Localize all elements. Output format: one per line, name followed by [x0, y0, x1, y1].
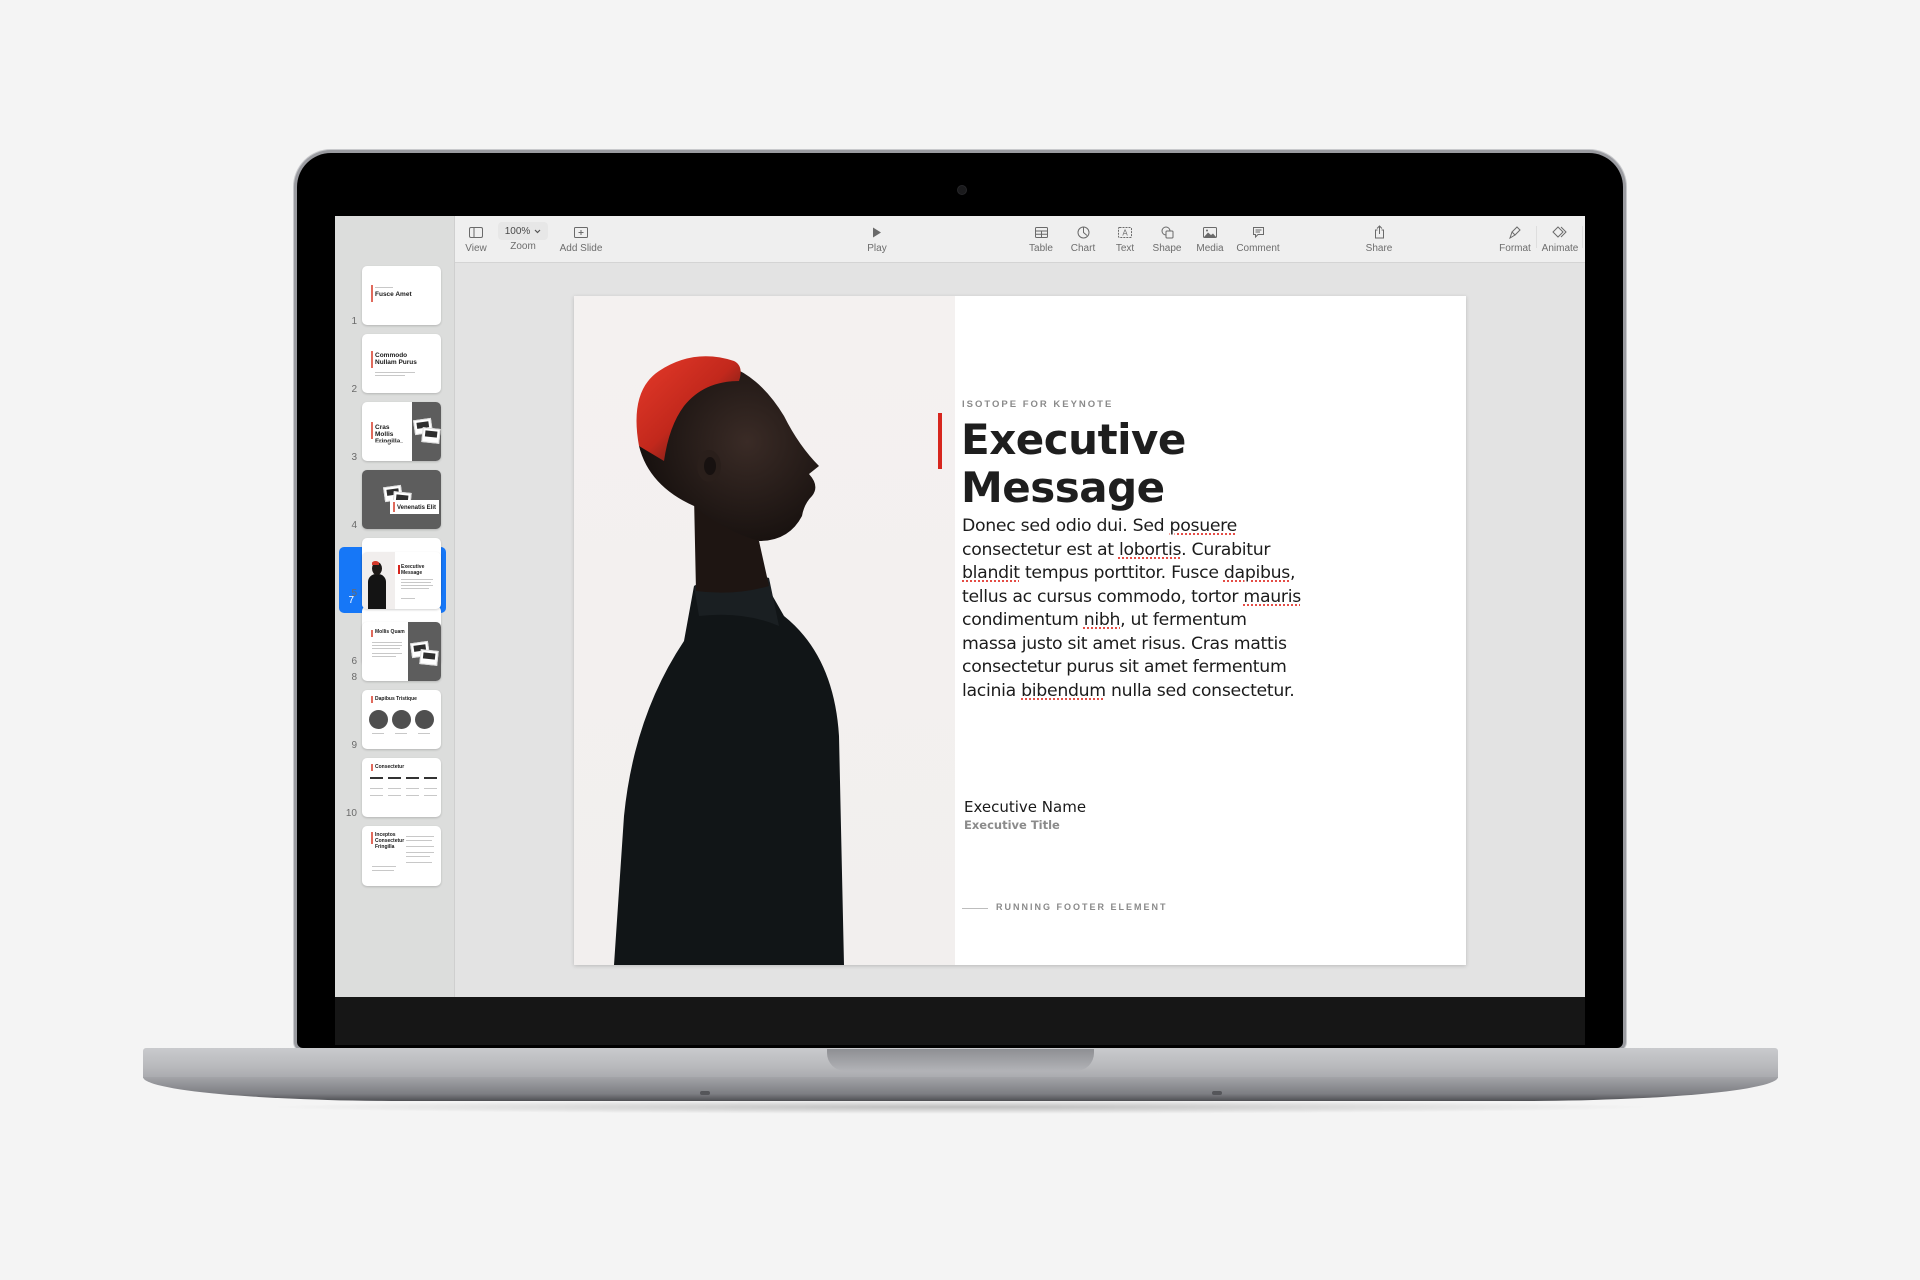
toolbar-separator [1582, 226, 1583, 248]
laptop-foot [700, 1091, 710, 1095]
share-button[interactable]: Share [1361, 216, 1397, 262]
thumbnail-title: Consectetur [375, 764, 405, 770]
laptop-shadow [260, 1100, 1660, 1114]
laptop-foot [1212, 1091, 1222, 1095]
slide-canvas[interactable]: ISOTOPE FOR KEYNOTE Executive Message Do… [574, 296, 1466, 965]
zoom-value: 100% [504, 225, 531, 237]
misspelled-word: mauris [1243, 586, 1301, 607]
slide-body-text[interactable]: Donec sed odio dui. Sed posuere consecte… [962, 515, 1302, 703]
chart-button[interactable]: Chart [1066, 216, 1100, 262]
body-text-run: nulla sed consectetur. [1105, 680, 1295, 701]
misspelled-word: posuere [1169, 516, 1238, 536]
thumbnail-title: Commodo Nullam Purus [375, 352, 417, 366]
slide-number: 6 [351, 656, 357, 667]
body-text-run: condimentum [962, 610, 1084, 630]
sidebar-view-icon [469, 224, 483, 240]
zoom-dropdown[interactable]: 100% [497, 222, 549, 240]
slide-title-line: Message [961, 463, 1165, 512]
play-button[interactable]: Play [860, 216, 894, 262]
slide-navigator[interactable]: Fusce Amet 1 Commodo Nullam Purus 2 Cras… [335, 216, 455, 997]
slide-thumbnail-4[interactable]: Venenatis Elit [362, 470, 441, 529]
comment-icon [1252, 224, 1265, 240]
misspelled-word: lobortis [1118, 539, 1182, 560]
slide-thumbnail-7[interactable]: Executive Message [362, 552, 441, 609]
slide-title[interactable]: Executive Message [961, 416, 1186, 512]
keynote-window: Fusce Amet 1 Commodo Nullam Purus 2 Cras… [335, 216, 1585, 997]
slide-thumbnail-1[interactable]: Fusce Amet [362, 266, 441, 325]
thumbnail-title: Fusce Amet [375, 291, 412, 298]
slide-number: 2 [351, 384, 357, 395]
slide-thumbnail-8[interactable]: Mollis Quam [362, 622, 441, 681]
executive-title[interactable]: Executive Title [964, 818, 1060, 832]
animate-button[interactable]: Animate [1539, 216, 1581, 262]
media-button[interactable]: Media [1192, 216, 1228, 262]
slide-number: 4 [351, 520, 357, 531]
media-icon [1203, 224, 1217, 240]
format-button[interactable]: Format [1496, 216, 1534, 262]
slide-number: 9 [351, 740, 357, 751]
slide-number: 8 [351, 672, 357, 683]
laptop-opening-notch [827, 1049, 1094, 1071]
slide-thumbnail-9[interactable]: Dapibus Tristique [362, 690, 441, 749]
footer-rule [962, 908, 988, 909]
thumbnail-title: Venenatis Elit [397, 505, 437, 511]
table-button[interactable]: Table [1024, 216, 1058, 262]
person-profile-image [614, 356, 844, 965]
toolbar-separator [1536, 226, 1537, 248]
animate-icon [1552, 224, 1568, 240]
thumbnail-title: Inceptos Consectetur Fringilla [375, 832, 405, 850]
view-button[interactable]: View [459, 216, 493, 262]
slide-thumbnail-11[interactable]: Inceptos Consectetur Fringilla [362, 826, 441, 886]
camera-icon [957, 185, 967, 195]
zoom-control[interactable]: 100% Zoom [495, 216, 551, 262]
format-brush-icon [1509, 224, 1521, 240]
slide-number: 10 [345, 808, 357, 819]
misspelled-word: nibh [1083, 610, 1121, 630]
document-button[interactable]: Document [1584, 216, 1585, 262]
misspelled-word: dapibus [1223, 563, 1291, 583]
shape-button[interactable]: Shape [1148, 216, 1186, 262]
add-slide-button[interactable]: Add Slide [551, 216, 611, 262]
body-text-run: consectetur est at [962, 539, 1119, 560]
chart-icon [1077, 224, 1090, 240]
slide-title-line: Executive [961, 415, 1186, 464]
running-footer[interactable]: RUNNING FOOTER ELEMENT [996, 902, 1168, 912]
text-icon: A [1118, 224, 1132, 240]
add-slide-icon [574, 224, 588, 240]
table-icon [1034, 224, 1048, 240]
body-text-run: . Curabitur [1181, 539, 1271, 560]
misspelled-word: blandit [962, 563, 1020, 583]
portrait-photo[interactable] [574, 296, 955, 965]
misspelled-word: bibendum [1021, 680, 1106, 701]
title-accent-bar [938, 413, 942, 469]
thumbnail-title: Dapibus Tristique [375, 696, 417, 702]
slide-thumbnail-2[interactable]: Commodo Nullam Purus [362, 334, 441, 393]
svg-text:A: A [1122, 228, 1128, 237]
thumbnail-title: Executive Message [401, 564, 425, 576]
chevron-down-icon [534, 229, 541, 233]
share-icon [1374, 224, 1385, 240]
play-icon [872, 224, 882, 240]
slide-number: 3 [351, 452, 357, 463]
toolbar: View 100% Zoom Add Slide Play Table Char… [455, 216, 1585, 263]
body-text-run: tempus porttitor. Fusce [1019, 563, 1224, 583]
slide-number: 1 [351, 316, 357, 327]
comment-button[interactable]: Comment [1232, 216, 1284, 262]
shape-icon [1161, 224, 1174, 240]
executive-name[interactable]: Executive Name [964, 798, 1086, 816]
laptop-base-edge [143, 1077, 1778, 1101]
slide-number: 7 [348, 595, 354, 606]
slide-eyebrow[interactable]: ISOTOPE FOR KEYNOTE [962, 399, 1113, 410]
body-text-run: Donec sed odio dui. Sed [962, 516, 1170, 536]
slide-thumbnail-10[interactable]: Consectetur [362, 758, 441, 817]
text-button[interactable]: A Text [1108, 216, 1142, 262]
thumbnail-title: Mollis Quam [375, 629, 405, 635]
laptop-bezel-chin [335, 997, 1585, 1045]
slide-thumbnail-3[interactable]: Cras Mollis Fringilla [362, 402, 441, 461]
